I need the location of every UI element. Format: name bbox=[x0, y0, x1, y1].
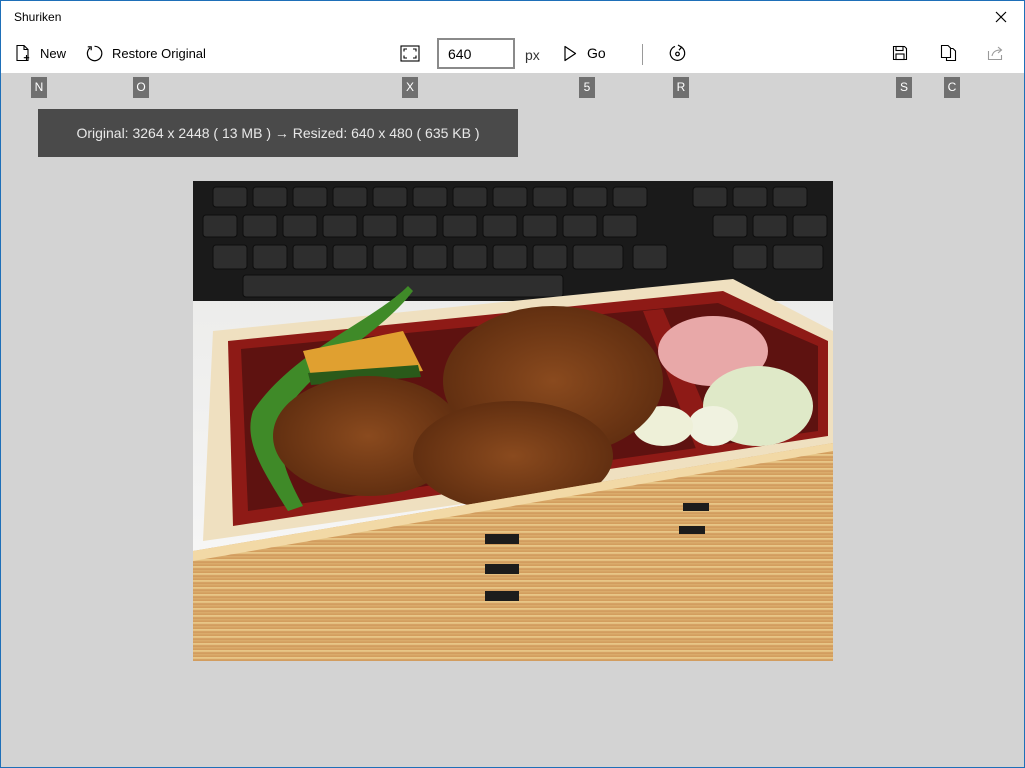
title-bar: Shuriken bbox=[1, 1, 1024, 33]
keytip-fit: X bbox=[402, 77, 418, 98]
size-info-banner: Original: 3264 x 2448 ( 13 MB ) → Resize… bbox=[38, 109, 518, 157]
keytip-new: N bbox=[31, 77, 47, 98]
toolbar: New Restore Original px Go bbox=[1, 33, 1024, 73]
keytip-rotate: R bbox=[673, 77, 689, 98]
keytip-copy: C bbox=[944, 77, 960, 98]
image-preview bbox=[193, 181, 833, 661]
fit-button[interactable] bbox=[400, 33, 420, 73]
keytip-restore: O bbox=[133, 77, 149, 98]
rotate-button[interactable] bbox=[668, 33, 687, 73]
toolbar-separator bbox=[642, 44, 643, 65]
unit-label: px bbox=[525, 47, 540, 63]
restore-original-label: Restore Original bbox=[112, 45, 206, 61]
restore-icon bbox=[86, 45, 103, 61]
keytip-save: S bbox=[896, 77, 912, 98]
size-input[interactable] bbox=[437, 38, 515, 69]
share-icon bbox=[987, 46, 1003, 61]
go-button[interactable]: Go bbox=[563, 33, 606, 73]
share-button[interactable] bbox=[987, 33, 1005, 73]
save-button[interactable] bbox=[892, 33, 908, 73]
rotate-icon bbox=[669, 43, 686, 61]
restore-original-button[interactable]: Restore Original bbox=[85, 33, 206, 73]
window-title: Shuriken bbox=[14, 10, 62, 24]
play-icon bbox=[564, 45, 577, 61]
save-icon bbox=[892, 45, 908, 61]
fit-to-screen-icon bbox=[400, 44, 420, 62]
copy-button[interactable] bbox=[940, 33, 957, 73]
new-label: New bbox=[40, 45, 67, 61]
size-info-text: Original: 3264 x 2448 ( 13 MB ) → Resize… bbox=[76, 125, 480, 141]
new-document-icon bbox=[16, 44, 30, 62]
keytip-size: 5 bbox=[579, 77, 595, 98]
go-label: Go bbox=[587, 45, 606, 61]
close-icon bbox=[995, 11, 1007, 23]
close-button[interactable] bbox=[978, 1, 1024, 33]
copy-icon bbox=[940, 44, 957, 62]
new-button[interactable]: New bbox=[14, 33, 66, 73]
app-window: Shuriken New Restore Original 640 px Go … bbox=[0, 0, 1025, 768]
